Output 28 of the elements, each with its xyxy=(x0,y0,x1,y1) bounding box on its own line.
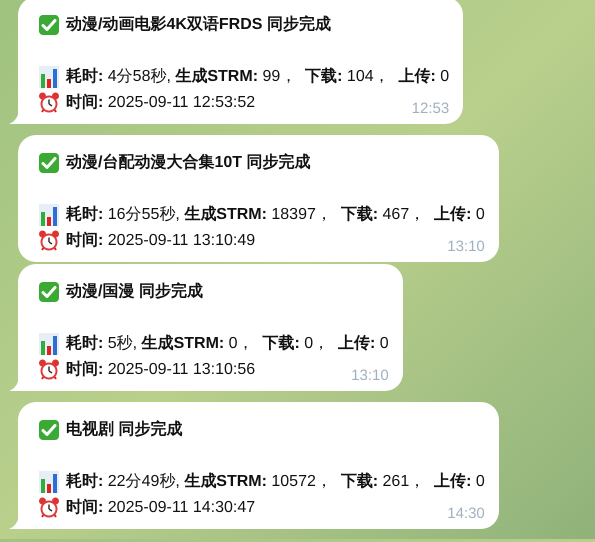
time-text: 时间: 2025-09-11 13:10:49 xyxy=(66,230,256,251)
bar-chart-icon xyxy=(38,65,60,89)
stats-text: 耗时: 4分58秒, 生成STRM: 99， 下载: 104， 上传: 0 xyxy=(66,66,450,87)
time-text: 时间: 2025-09-11 13:10:56 xyxy=(66,360,256,380)
timestamp: 13:10 xyxy=(446,236,485,256)
timestamp: 13:10 xyxy=(350,366,389,386)
check-icon xyxy=(38,419,60,441)
message-title: 动漫/动画电影4K双语FRDS 同步完成 xyxy=(66,14,331,35)
stats-text: 耗时: 16分55秒, 生成STRM: 18397， 下载: 467， 上传: 0 xyxy=(66,204,485,225)
stats-text: 耗时: 22分49秒, 生成STRM: 10572， 下载: 261， 上传: 0 xyxy=(66,472,485,492)
timestamp: 14:30 xyxy=(446,504,485,524)
message-title: 电视剧 同步完成 xyxy=(66,419,182,440)
time-text: 时间: 2025-09-11 12:53:52 xyxy=(66,92,256,113)
check-icon xyxy=(38,281,60,303)
alarm-clock-icon xyxy=(38,359,60,381)
message-title: 动漫/台配动漫大合集10T 同步完成 xyxy=(66,152,310,173)
alarm-clock-icon xyxy=(38,92,60,114)
alarm-clock-icon xyxy=(38,230,60,252)
message-title: 动漫/国漫 同步完成 xyxy=(66,281,203,302)
timestamp: 12:53 xyxy=(410,98,450,118)
bar-chart-icon xyxy=(38,203,60,227)
alarm-clock-icon xyxy=(38,497,60,519)
check-icon xyxy=(38,14,60,36)
bar-chart-icon xyxy=(38,470,60,494)
stats-text: 耗时: 5秒, 生成STRM: 0， 下载: 0， 上传: 0 xyxy=(66,334,389,354)
check-icon xyxy=(38,152,60,174)
time-text: 时间: 2025-09-11 14:30:47 xyxy=(66,498,256,518)
bar-chart-icon xyxy=(38,332,60,356)
